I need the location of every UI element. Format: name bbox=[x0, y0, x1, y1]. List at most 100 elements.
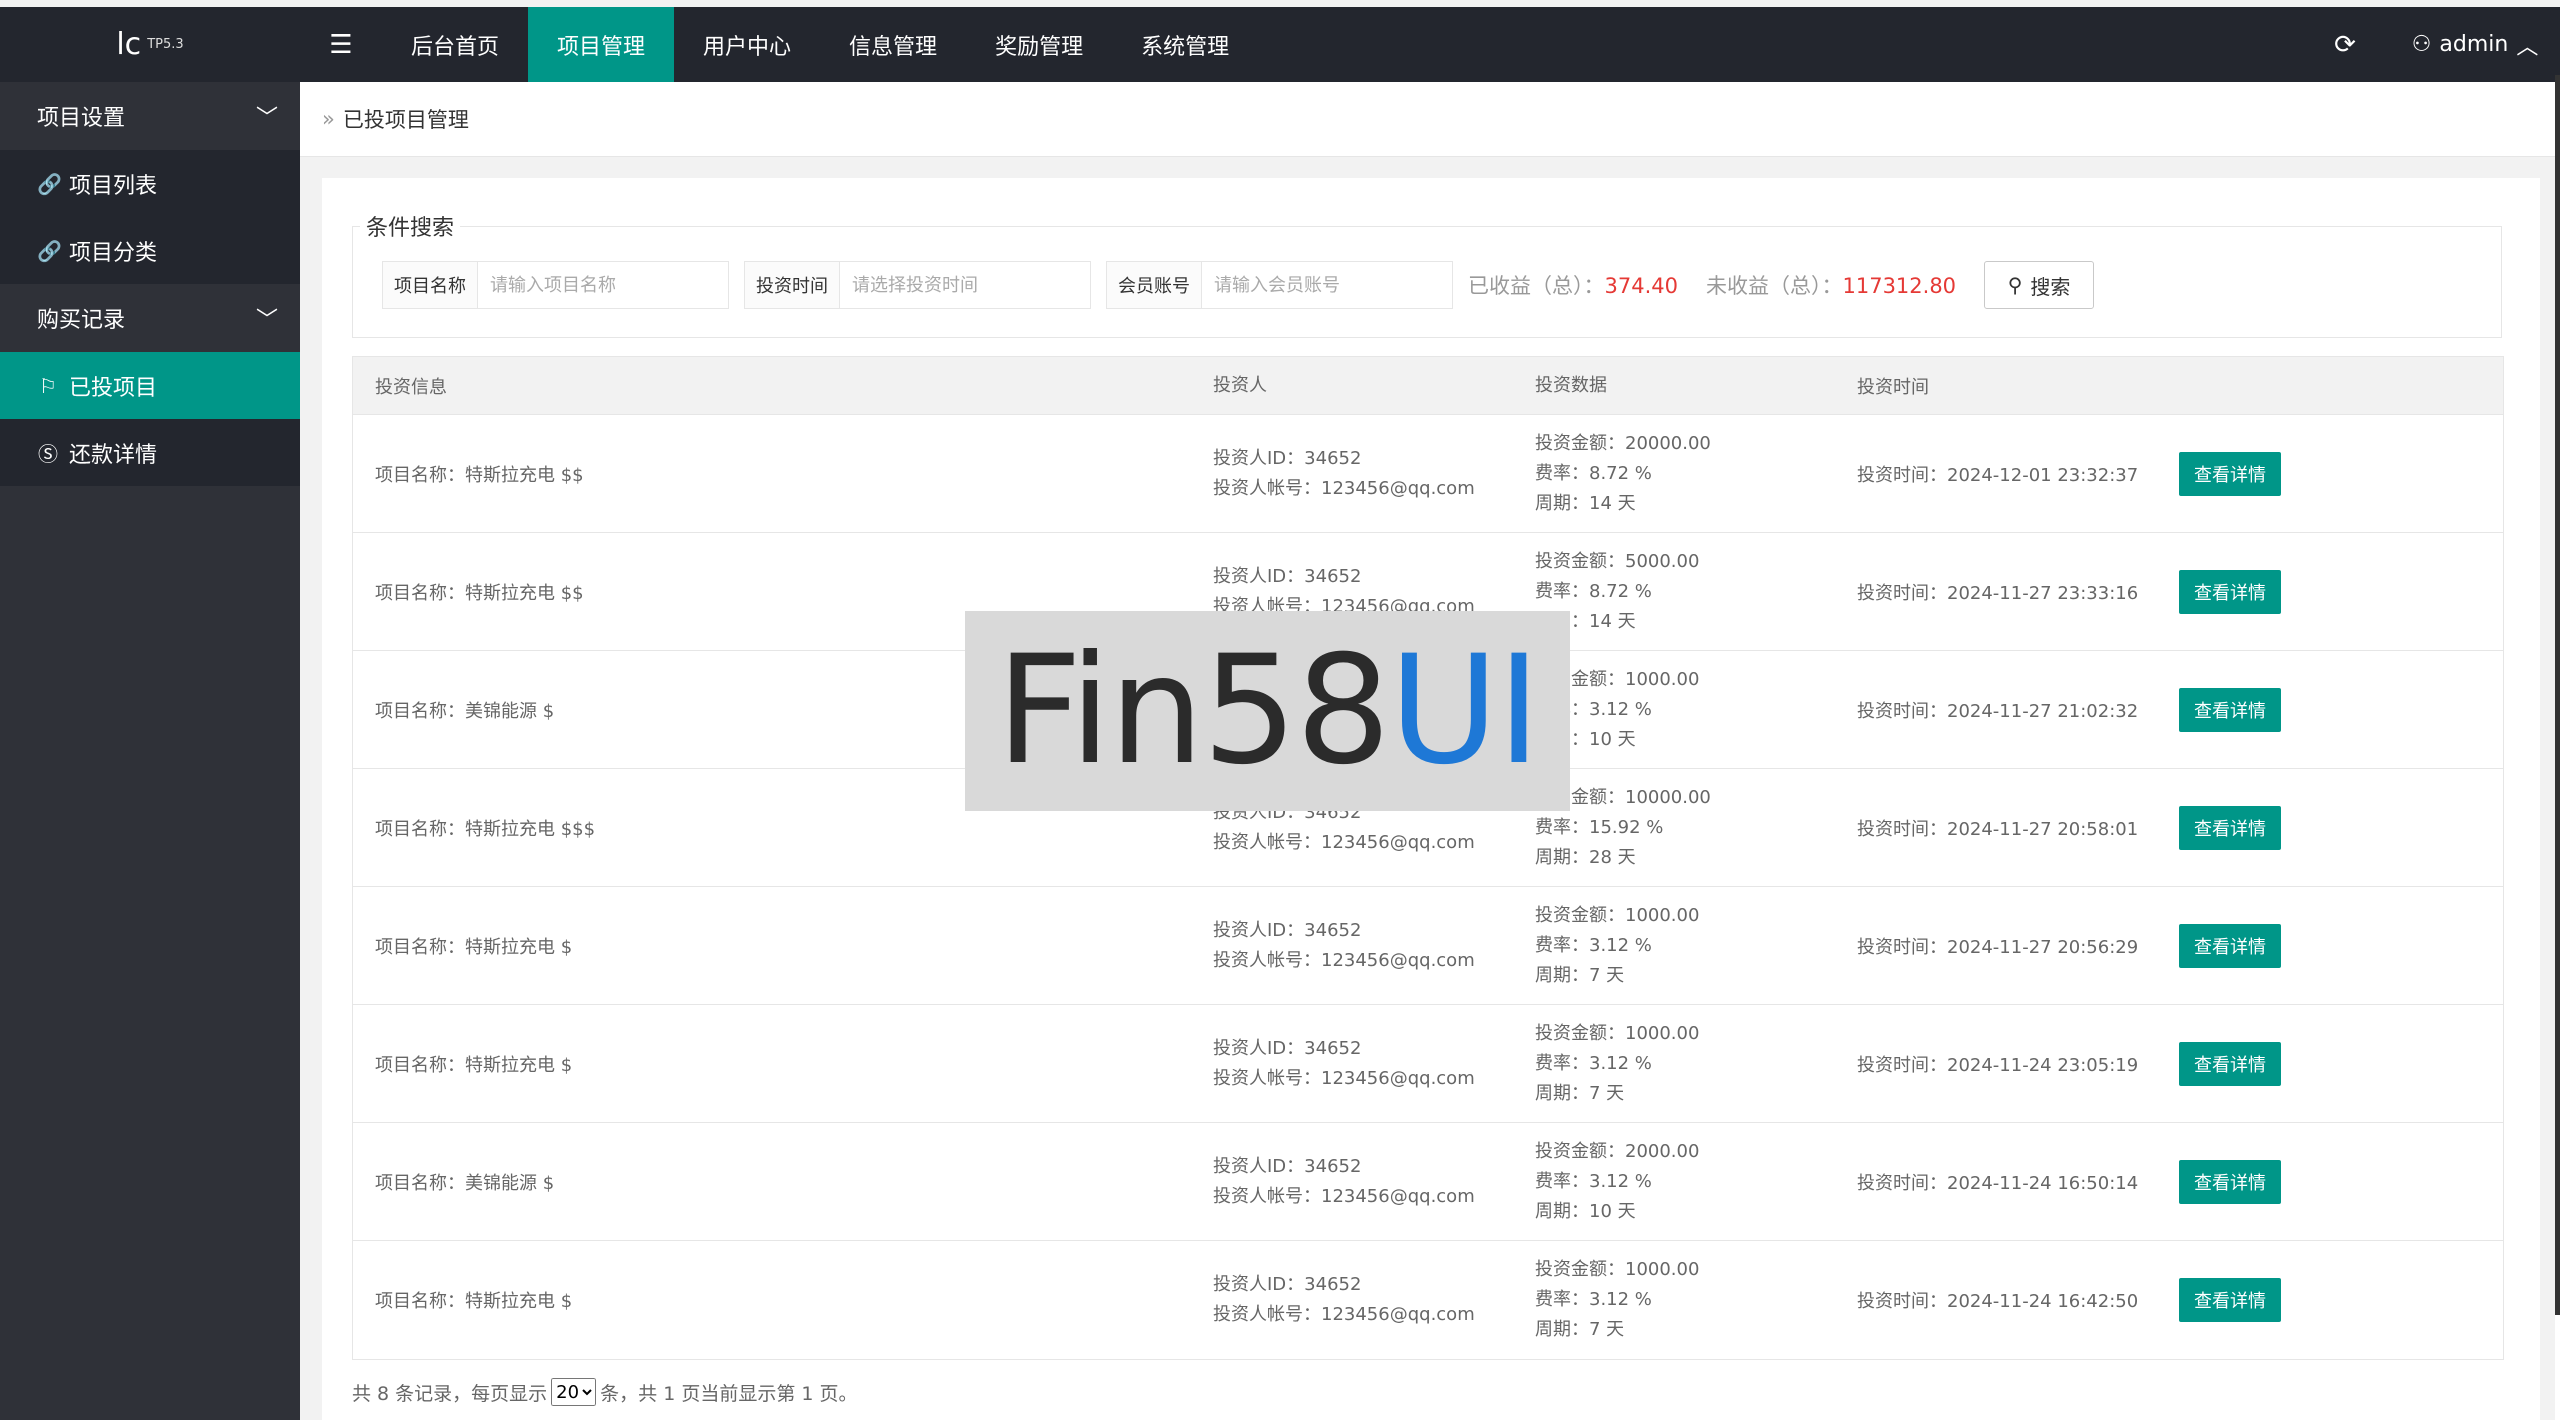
earned-value: 374.40 bbox=[1604, 274, 1678, 298]
project-name: 项目名称：特斯拉充电 $ bbox=[375, 1054, 573, 1076]
invest-rate: 费率：3.12 % bbox=[1535, 1052, 1652, 1074]
sidebar-item-project-list[interactable]: 🔗 项目列表 bbox=[0, 150, 300, 217]
invest-time-label: 投资时间 bbox=[745, 262, 840, 308]
nav-item-info-management[interactable]: 信息管理 bbox=[820, 7, 966, 82]
invest-rate: 费率：8.72 % bbox=[1535, 462, 1652, 484]
search-form: 项目名称 投资时间 会员账号 已收益（总）：374.40 未收益（总）：1173… bbox=[382, 261, 2095, 309]
breadcrumb-current: 已投项目管理 bbox=[342, 108, 469, 132]
project-name-group: 项目名称 bbox=[382, 261, 729, 309]
project-name-label: 项目名称 bbox=[383, 262, 478, 308]
investor-id: 投资人ID：34652 bbox=[1213, 919, 1362, 941]
page-scrollbar[interactable] bbox=[2555, 75, 2560, 1420]
sidebar-item-repayment-details[interactable]: Ⓢ 还款详情 bbox=[0, 419, 300, 486]
header-investor: 投资人 bbox=[1213, 374, 1267, 396]
logo: lc TP5.3 bbox=[0, 7, 300, 82]
invest-amount: 投资金额：1000.00 bbox=[1535, 1022, 1700, 1044]
invest-rate: 费率：3.12 % bbox=[1535, 934, 1652, 956]
user-menu[interactable]: ⚇ admin ︿ bbox=[2390, 7, 2560, 82]
investment-table: 投资信息 投资人 投资数据 投资时间 项目名称：特斯拉充电 $$ 投资人ID：34… bbox=[352, 356, 2504, 1360]
invest-time-input[interactable] bbox=[840, 262, 1090, 308]
pager-suffix: 条，共 1 页当前显示第 1 页。 bbox=[600, 1382, 858, 1405]
investor-cell: 投资人ID：34652 投资人帐号：123456@qq.com bbox=[1213, 1034, 1535, 1094]
investor-id: 投资人ID：34652 bbox=[1213, 1037, 1362, 1059]
invest-rate: 费率：3.12 % bbox=[1535, 1170, 1652, 1192]
invest-period: 周期：7 天 bbox=[1535, 1082, 1625, 1104]
actions-cell: 查看详情 bbox=[2179, 1041, 2379, 1086]
table-body: 项目名称：特斯拉充电 $$ 投资人ID：34652 投资人帐号：123456@qq.… bbox=[353, 415, 2503, 1359]
view-details-button[interactable]: 查看详情 bbox=[2179, 805, 2281, 850]
invest-period: 周期：10 天 bbox=[1535, 728, 1636, 750]
watermark-logo: Fin58 UI bbox=[965, 611, 1570, 811]
search-button[interactable]: ⚲ 搜索 bbox=[1984, 261, 2095, 309]
invest-data-cell: 投资金额：20000.00 费率：8.72 % 周期：14 天 bbox=[1535, 429, 1857, 519]
sidebar-item-project-category[interactable]: 🔗 项目分类 bbox=[0, 217, 300, 284]
invest-rate: 费率：3.12 % bbox=[1535, 698, 1652, 720]
member-account-input[interactable] bbox=[1202, 262, 1452, 308]
search-icon: ⚲ bbox=[2007, 273, 2023, 297]
invest-data-cell: 投资金额：1000.00 费率：3.12 % 周期：7 天 bbox=[1535, 1255, 1857, 1345]
invest-rate: 费率：3.12 % bbox=[1535, 1289, 1652, 1310]
unearned-total: 未收益（总）：117312.80 bbox=[1706, 270, 1956, 300]
invest-time: 投资时间：2024-11-27 21:02:32 bbox=[1857, 700, 2139, 722]
investor-id: 投资人ID：34652 bbox=[1213, 565, 1362, 587]
view-details-button[interactable]: 查看详情 bbox=[2179, 1159, 2281, 1204]
nav-item-project-management[interactable]: 项目管理 bbox=[528, 7, 675, 82]
user-name: admin bbox=[2439, 32, 2509, 57]
table-row: 项目名称：特斯拉充电 $ 投资人ID：34652 投资人帐号：123456@qq.c… bbox=[353, 887, 2503, 1005]
refresh-icon[interactable]: ⟳ bbox=[2300, 7, 2390, 82]
view-details-button[interactable]: 查看详情 bbox=[2179, 687, 2281, 732]
scrollbar-thumb[interactable] bbox=[2555, 75, 2560, 1315]
sidebar-group-label: 项目设置 bbox=[37, 106, 126, 131]
sidebar-group-label: 购买记录 bbox=[37, 308, 126, 333]
nav-item-user-center[interactable]: 用户中心 bbox=[674, 7, 820, 82]
view-details-button[interactable]: 查看详情 bbox=[2179, 1278, 2281, 1322]
page-size-select[interactable]: 20 bbox=[551, 1378, 597, 1406]
sidebar-item-label: 项目列表 bbox=[69, 173, 158, 199]
investor-id: 投资人ID：34652 bbox=[1213, 1274, 1362, 1295]
sidebar-group-purchase-records[interactable]: 购买记录 ﹀ bbox=[0, 284, 300, 352]
unearned-value: 117312.80 bbox=[1842, 274, 1957, 298]
invest-time: 投资时间：2024-11-24 23:05:19 bbox=[1857, 1054, 2139, 1076]
project-name: 项目名称：特斯拉充电 $$$ bbox=[375, 818, 596, 840]
hamburger-icon[interactable]: ☰ bbox=[300, 7, 382, 82]
view-details-button[interactable]: 查看详情 bbox=[2179, 923, 2281, 968]
sidebar-item-label: 项目分类 bbox=[69, 240, 158, 266]
nav-item-home[interactable]: 后台首页 bbox=[382, 7, 528, 82]
invest-data-cell: 投资金额：1000.00 费率：3.12 % 周期：10 天 bbox=[1535, 665, 1857, 755]
project-name-input[interactable] bbox=[478, 262, 728, 308]
invest-time: 投资时间：2024-11-27 23:33:16 bbox=[1857, 582, 2139, 604]
invest-amount: 投资金额：5000.00 bbox=[1535, 550, 1700, 572]
nav-item-system-management[interactable]: 系统管理 bbox=[1112, 7, 1258, 82]
invest-data-cell: 投资金额：2000.00 费率：3.12 % 周期：10 天 bbox=[1535, 1137, 1857, 1227]
view-details-button[interactable]: 查看详情 bbox=[2179, 451, 2281, 496]
link-icon: 🔗 bbox=[37, 238, 62, 263]
unearned-label: 未收益（总）： bbox=[1705, 274, 1843, 298]
sidebar-group-project-settings[interactable]: 项目设置 ﹀ bbox=[0, 82, 300, 150]
nav-item-reward-management[interactable]: 奖励管理 bbox=[966, 7, 1112, 82]
header-invest-info: 投资信息 bbox=[375, 376, 447, 398]
earned-label: 已收益（总）： bbox=[1468, 274, 1605, 298]
breadcrumb-separator: » bbox=[322, 107, 335, 131]
table-row: 项目名称：特斯拉充电 $ 投资人ID：34652 投资人帐号：123456@qq.c… bbox=[353, 1241, 2503, 1359]
invest-period: 周期：14 天 bbox=[1535, 610, 1636, 632]
sidebar-item-label: 已投项目 bbox=[69, 375, 158, 401]
view-details-button[interactable]: 查看详情 bbox=[2179, 569, 2281, 614]
member-account-label: 会员账号 bbox=[1107, 262, 1202, 308]
sidebar-item-invested-projects[interactable]: ⚐ 已投项目 bbox=[0, 352, 300, 419]
investor-account: 投资人帐号：123456@qq.com bbox=[1213, 949, 1475, 971]
invest-amount: 投资金额：1000.00 bbox=[1535, 904, 1700, 926]
investor-account: 投资人帐号：123456@qq.com bbox=[1213, 1067, 1475, 1089]
table-header: 投资信息 投资人 投资数据 投资时间 bbox=[353, 357, 2503, 415]
invest-time: 投资时间：2024-11-27 20:56:29 bbox=[1857, 936, 2139, 958]
investor-account: 投资人帐号：123456@qq.com bbox=[1213, 1185, 1475, 1207]
top-header: lc TP5.3 ☰ 后台首页 项目管理 用户中心 信息管理 奖励管理 系统管理… bbox=[0, 7, 2560, 82]
view-details-button[interactable]: 查看详情 bbox=[2179, 1041, 2281, 1086]
investor-id: 投资人ID：34652 bbox=[1213, 447, 1362, 469]
invest-data-cell: 投资金额：5000.00 费率：8.72 % 周期：14 天 bbox=[1535, 547, 1857, 637]
table-row: 项目名称：特斯拉充电 $ 投资人ID：34652 投资人帐号：123456@qq.c… bbox=[353, 1005, 2503, 1123]
project-name: 项目名称：特斯拉充电 $$ bbox=[375, 464, 584, 486]
invest-amount: 投资金额：10000.00 bbox=[1535, 786, 1711, 808]
investor-account: 投资人帐号：123456@qq.com bbox=[1213, 831, 1475, 853]
actions-cell: 查看详情 bbox=[2179, 569, 2379, 614]
user-icon: ⚇ bbox=[2411, 32, 2432, 57]
